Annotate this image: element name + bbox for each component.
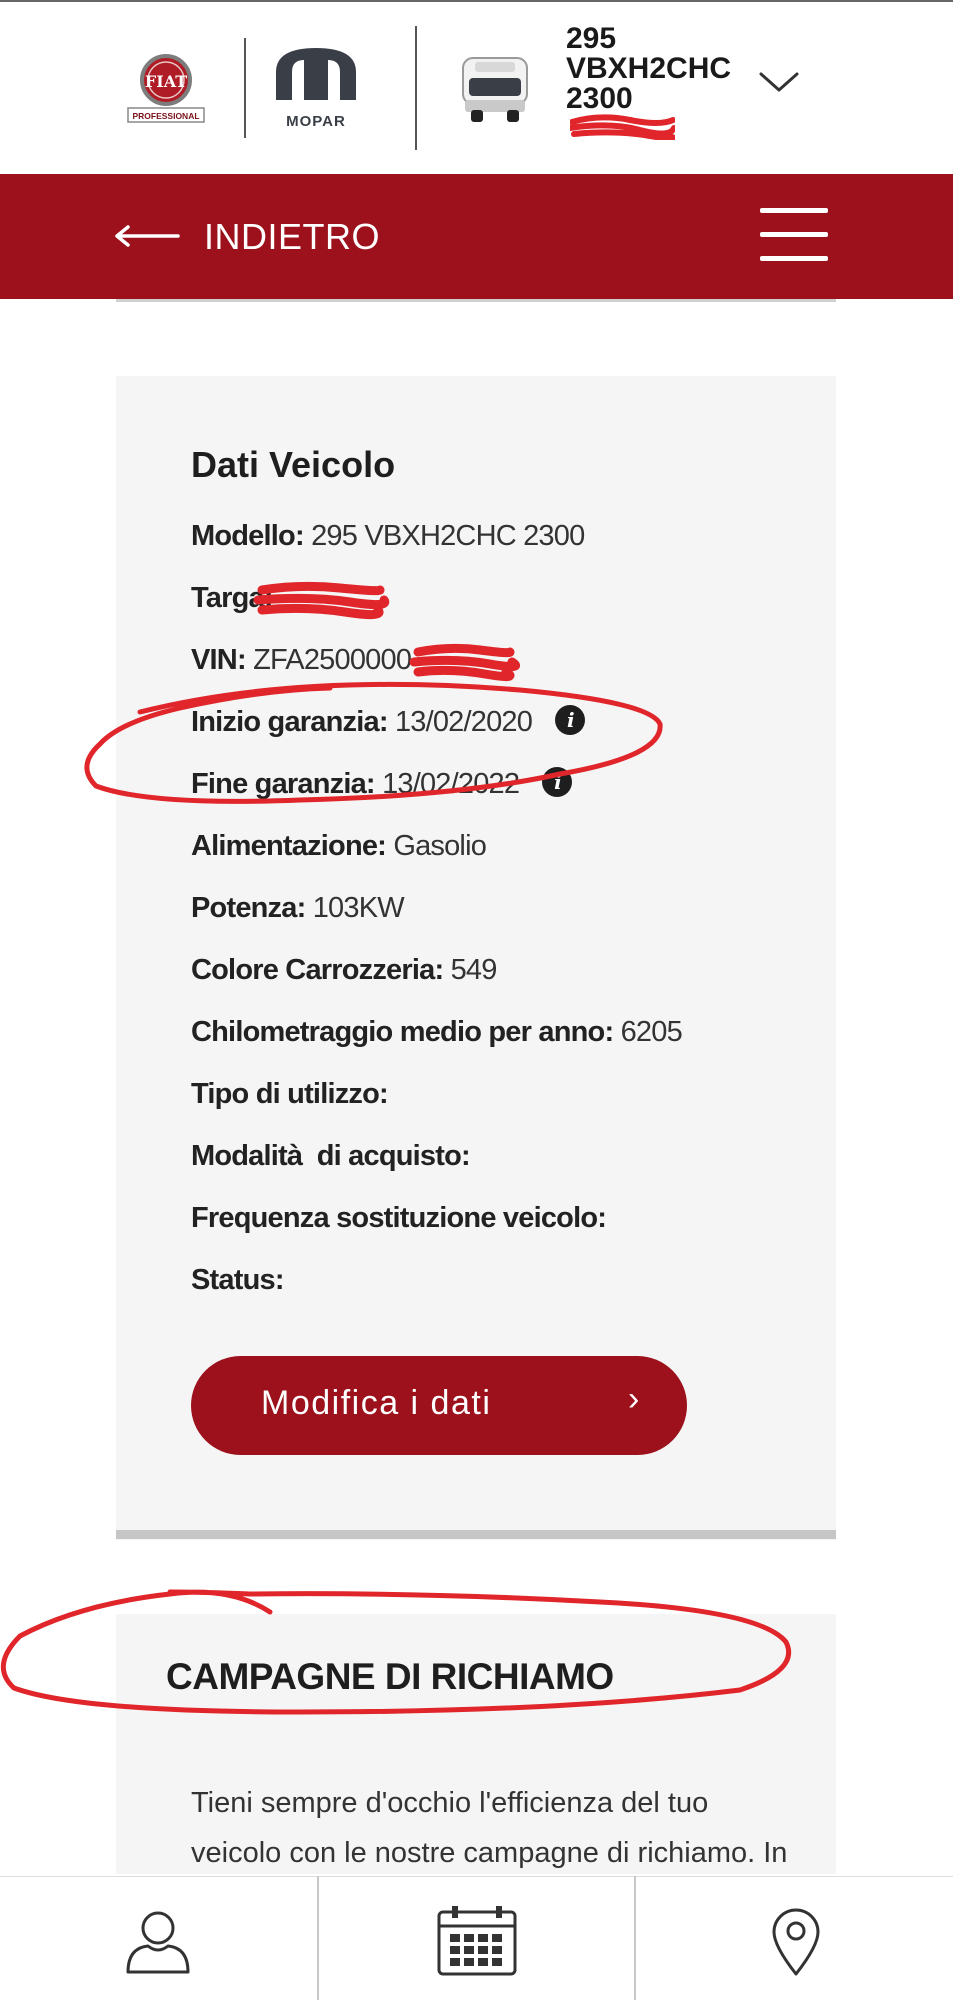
row-value: ZFA2500000 [253, 644, 412, 676]
row-tipo-utilizzo: Tipo di utilizzo: [191, 1078, 389, 1111]
svg-text:MOPAR: MOPAR [286, 113, 346, 130]
row-status: Status: [191, 1264, 284, 1297]
row-chilometraggio: Chilometraggio medio per anno: 6205 [191, 1016, 683, 1049]
row-fine-garanzia: Fine garanzia: 13/02/2022 i [191, 767, 573, 801]
row-alimentazione: Alimentazione: Gasolio [191, 830, 487, 863]
row-label: Inizio garanzia: [191, 706, 388, 738]
logo-divider [244, 38, 246, 138]
recall-description: Tieni sempre d'occhio l'efficienza del t… [191, 1787, 788, 1869]
mopar-logo: MOPAR [276, 48, 356, 130]
recall-title: CAMPAGNE DI RICHIAMO [166, 1656, 614, 1697]
row-modalita-acquisto: Modalità di acquisto: [191, 1140, 471, 1173]
info-icon[interactable]: i [542, 767, 573, 798]
row-label: Status: [191, 1264, 284, 1296]
back-arrow-icon[interactable] [114, 224, 180, 248]
row-label: Tipo di utilizzo: [191, 1078, 389, 1110]
row-potenza: Potenza: 103KW [191, 892, 405, 925]
row-inizio-garanzia: Inizio garanzia: 13/02/2020 i [191, 705, 586, 739]
tab-divider [634, 1876, 636, 2000]
separator-line [116, 299, 836, 302]
card-bottom-border [116, 1530, 836, 1539]
row-value: Gasolio [393, 830, 487, 862]
row-value: 13/02/2022 [382, 768, 520, 800]
row-label: VIN: [191, 644, 247, 676]
row-value: 6205 [620, 1016, 683, 1048]
tab-divider [317, 1876, 319, 2000]
top-header: FIAT PROFESSIONAL MOPAR 295 VBXH2CHC 230… [0, 0, 953, 174]
row-targa: Targa: [191, 582, 273, 615]
row-colore-carrozzeria: Colore Carrozzeria: 549 [191, 954, 497, 987]
row-label: Alimentazione: [191, 830, 387, 862]
menu-icon[interactable] [760, 208, 828, 262]
header-divider [415, 26, 417, 150]
row-label: Modello: [191, 520, 305, 552]
back-button[interactable]: INDIETRO [204, 216, 380, 258]
row-modello: Modello: 295 VBXH2CHC 2300 [191, 520, 585, 553]
row-label: Frequenza sostituzione veicolo: [191, 1202, 607, 1234]
button-chevron-icon: › [628, 1380, 640, 1418]
edit-data-button[interactable]: Modifica i dati [191, 1356, 687, 1455]
svg-text:FIAT: FIAT [145, 72, 187, 91]
row-value: 13/02/2020 [394, 706, 533, 738]
edit-data-label: Modifica i dati [261, 1384, 492, 1422]
row-frequenza-sostituzione: Frequenza sostituzione veicolo: [191, 1202, 607, 1235]
row-label: Colore Carrozzeria: [191, 954, 444, 986]
row-label: Fine garanzia: [191, 768, 376, 800]
row-label: Modalità di acquisto: [191, 1140, 471, 1172]
row-value: 295 VBXH2CHC 2300 [311, 520, 585, 552]
row-vin: VIN: ZFA2500000 [191, 644, 412, 677]
vehicle-selector-chevron-icon[interactable] [758, 68, 800, 96]
info-icon[interactable]: i [555, 705, 586, 736]
plate-redaction [570, 114, 675, 140]
camper-van-image [462, 57, 528, 122]
svg-text:PROFESSIONAL: PROFESSIONAL [132, 111, 199, 121]
user-icon[interactable] [124, 1906, 192, 1976]
row-label: Targa: [191, 582, 273, 614]
selected-vehicle-name[interactable]: 295 VBXH2CHC 2300 [566, 24, 766, 114]
location-pin-icon[interactable] [770, 1906, 822, 1978]
calendar-icon[interactable] [436, 1904, 518, 1978]
row-value: 549 [450, 954, 498, 986]
row-label: Chilometraggio medio per anno: [191, 1016, 614, 1048]
fiat-professional-logo: FIAT PROFESSIONAL [127, 54, 205, 123]
card-title: Dati Veicolo [191, 444, 396, 485]
row-label: Potenza: [191, 892, 306, 924]
row-value: 103KW [312, 892, 405, 924]
